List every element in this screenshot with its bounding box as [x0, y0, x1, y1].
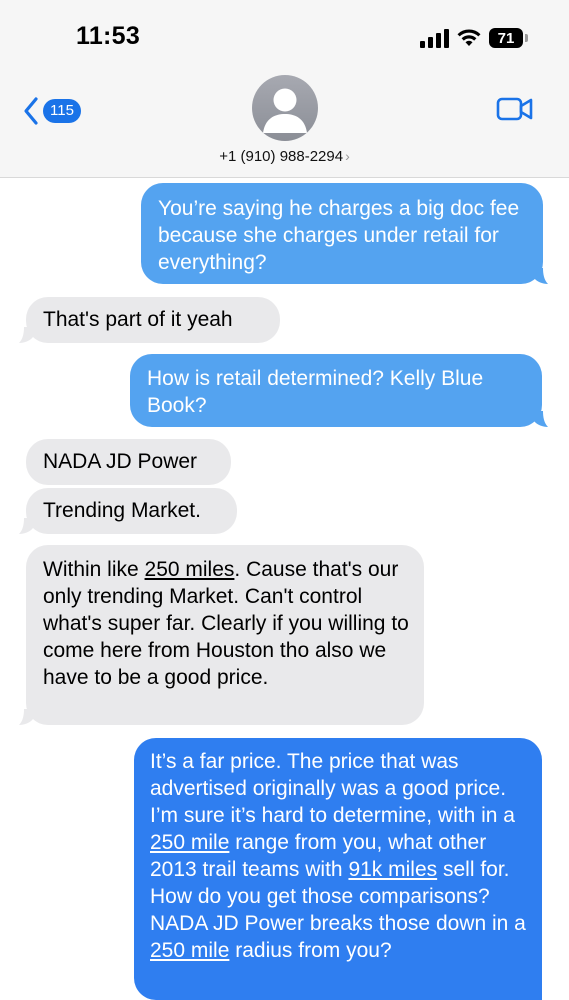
message-text: How is retail determined? Kelly Blue Boo…: [147, 367, 484, 417]
wifi-icon: [457, 29, 481, 46]
person-icon: [263, 88, 307, 133]
message-bubble-incoming[interactable]: Trending Market.: [26, 488, 237, 534]
bubble-tail: [534, 268, 548, 284]
message-text: Trending Market.: [43, 499, 201, 522]
message-bubble-outgoing[interactable]: It’s a far price. The price that was adv…: [134, 738, 542, 1000]
status-icons: 71: [420, 26, 528, 50]
battery-icon: 71: [489, 28, 528, 48]
video-camera-icon: [496, 97, 533, 121]
conversation-header: 11:53 71 115 +1 (910) 988-2294 ›: [0, 0, 569, 178]
message-text: You’re saying he charges a big doc fee b…: [158, 197, 520, 274]
distance-link[interactable]: 250 mile: [150, 831, 229, 854]
bubble-tail: [19, 327, 33, 343]
chevron-right-icon: ›: [345, 148, 350, 164]
message-text: That's part of it yeah: [43, 308, 233, 331]
message-text: Within like 250 miles. Cause that's our …: [43, 558, 409, 689]
chevron-left-icon: [24, 97, 38, 125]
distance-link[interactable]: 250 mile: [150, 939, 229, 962]
facetime-video-button[interactable]: [496, 96, 534, 127]
back-button[interactable]: 115: [22, 96, 81, 126]
message-bubble-incoming[interactable]: Within like 250 miles. Cause that's our …: [26, 545, 424, 725]
bubble-tail: [534, 411, 548, 427]
contact-number: +1 (910) 988-2294: [219, 148, 344, 165]
unread-count-badge: 115: [43, 99, 81, 123]
message-text: NADA JD Power: [43, 450, 198, 473]
bubble-tail: [19, 518, 33, 534]
distance-link[interactable]: 250 miles: [145, 558, 235, 581]
message-bubble-outgoing[interactable]: How is retail determined? Kelly Blue Boo…: [130, 354, 542, 427]
message-bubble-outgoing[interactable]: You’re saying he charges a big doc fee b…: [141, 183, 543, 284]
message-bubble-incoming[interactable]: That's part of it yeah: [26, 297, 280, 343]
cellular-signal-icon: [420, 28, 449, 48]
message-bubble-incoming[interactable]: NADA JD Power: [26, 439, 231, 485]
contact-avatar[interactable]: [252, 75, 318, 141]
distance-link[interactable]: 91k miles: [348, 858, 437, 881]
bubble-tail: [19, 709, 33, 725]
message-text: It’s a far price. The price that was adv…: [150, 750, 526, 962]
contact-name-button[interactable]: +1 (910) 988-2294 ›: [0, 148, 569, 165]
battery-level: 71: [497, 29, 515, 47]
status-time: 11:53: [76, 22, 141, 50]
